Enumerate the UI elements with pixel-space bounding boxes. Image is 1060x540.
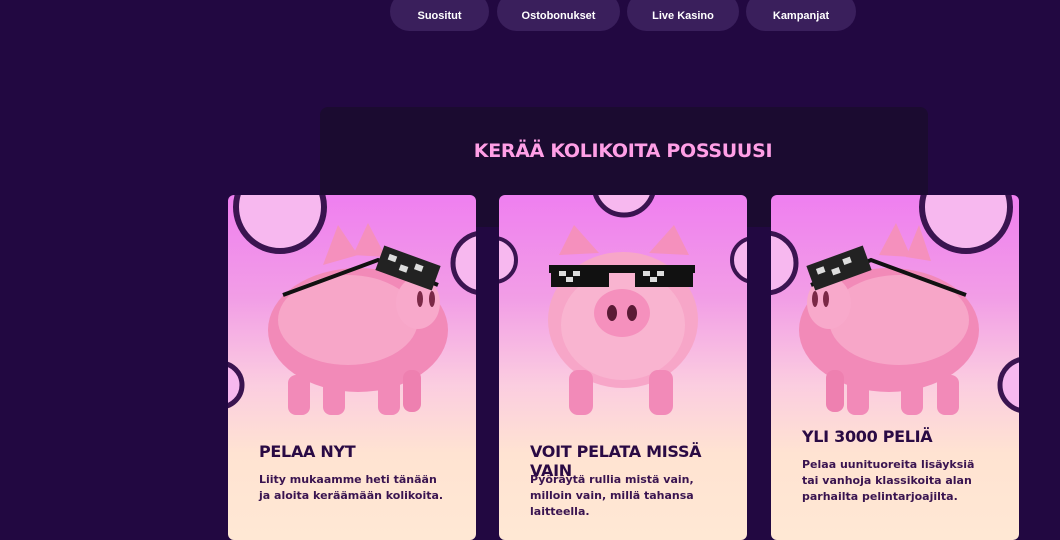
category-nav: Suositut Ostobonukset Live Kasino Kampan… [0, 0, 1060, 32]
piggy-bank-illustration [228, 195, 476, 415]
nav-pill-suositut[interactable]: Suositut [390, 0, 489, 31]
nav-pill-ostobonukset[interactable]: Ostobonukset [497, 0, 620, 31]
feature-card-games: YLI 3000 PELIÄ Pelaa uunituoreita lisäyk… [771, 195, 1019, 540]
card-title: PELAA NYT [259, 442, 356, 461]
nav-pill-live-kasino[interactable]: Live Kasino [627, 0, 739, 31]
piggy-bank-illustration [499, 195, 747, 415]
feature-card-play-anywhere: VOIT PELATA MISSÄ VAIN Pyöräytä rullia m… [499, 195, 747, 540]
card-title: YLI 3000 PELIÄ [802, 427, 933, 446]
card-description: Liity mukaamme heti tänään ja aloita ker… [259, 473, 444, 502]
nav-pill-kampanjat[interactable]: Kampanjat [746, 0, 856, 31]
piggy-bank-illustration [771, 195, 1019, 415]
card-description: Pelaa uunituoreita lisäyksiä tai vanhoja… [802, 458, 975, 503]
section-title: KERÄÄ KOLIKOITA POSSUUSI [473, 140, 773, 162]
card-description: Pyöräytä rullia mistä vain, milloin vain… [530, 473, 694, 518]
feature-card-play-now: PELAA NYT Liity mukaamme heti tänään ja … [228, 195, 476, 540]
